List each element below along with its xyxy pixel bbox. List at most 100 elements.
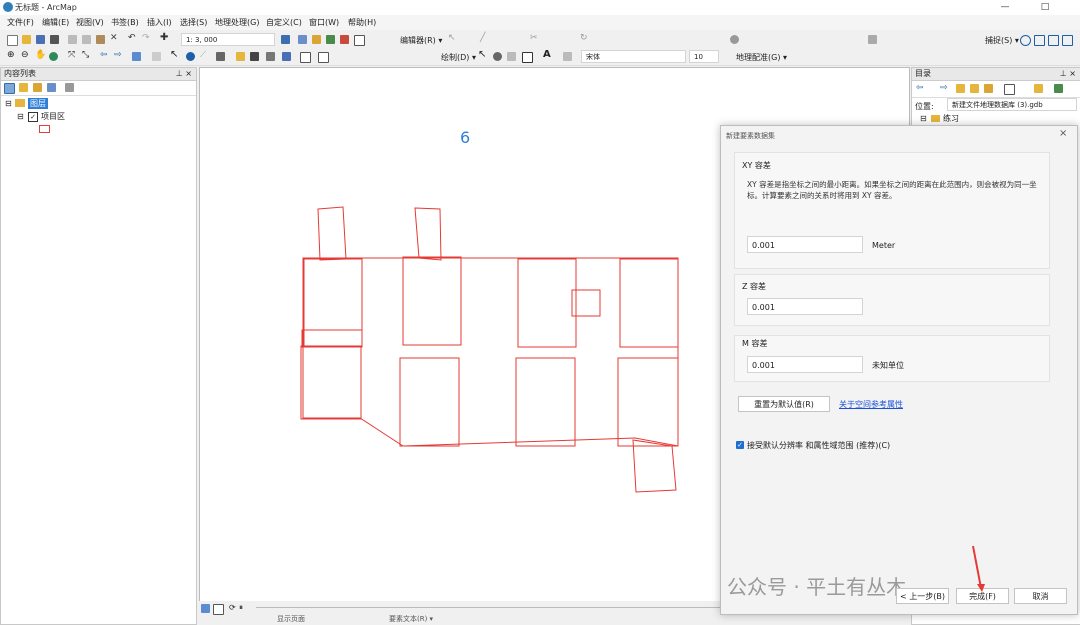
layers-tree-toggle[interactable]: ⊟ <box>5 99 12 108</box>
refresh-icon[interactable]: ⟳ <box>229 603 238 612</box>
data-view-icon[interactable] <box>201 604 210 613</box>
connect-folder-icon[interactable] <box>984 84 993 93</box>
topology-icon[interactable] <box>868 35 877 44</box>
zoom-to-selected-icon[interactable] <box>507 52 516 61</box>
menu-selection[interactable]: 选择(S) <box>180 17 207 28</box>
straight-segment-icon[interactable]: ╱ <box>480 33 489 43</box>
html-popup-icon[interactable]: ⟋ <box>200 50 209 60</box>
catalog-tree-toggle[interactable]: ⊟ <box>920 114 927 123</box>
map-scale-input[interactable]: 1: 3, 000 <box>181 33 275 46</box>
forward-extent-icon[interactable]: ⇨ <box>114 50 123 60</box>
snapping-menu[interactable]: 捕捉(S) ▾ <box>985 35 1019 46</box>
pan-icon[interactable]: ✋ <box>35 50 46 60</box>
sketch-properties-icon[interactable] <box>730 35 739 44</box>
delete-icon[interactable]: ✕ <box>110 33 119 43</box>
fixed-zoom-out-icon[interactable]: ⤡ <box>82 50 91 60</box>
new-document-icon[interactable] <box>7 35 18 46</box>
cancel-button[interactable]: 取消 <box>1014 588 1067 604</box>
clear-selection-icon[interactable] <box>152 52 161 61</box>
back-extent-icon[interactable]: ⇦ <box>100 50 109 60</box>
options-icon[interactable] <box>65 83 74 92</box>
full-extent-icon[interactable] <box>49 52 58 61</box>
layer-tree-toggle[interactable]: ⊟ <box>17 112 24 121</box>
rotate-icon[interactable] <box>493 52 502 61</box>
select-elements-icon[interactable]: ↖ <box>170 49 179 60</box>
menu-view[interactable]: 视图(V) <box>76 17 104 28</box>
list-by-source-icon[interactable] <box>19 83 28 92</box>
catalog-tree-item[interactable]: 练习 <box>943 113 959 124</box>
catalog-toggle-tree-icon[interactable] <box>1054 84 1063 93</box>
list-by-visibility-icon[interactable] <box>33 83 42 92</box>
layer-name[interactable]: 项目区 <box>41 111 65 122</box>
overview-icon[interactable] <box>318 52 329 63</box>
xy-tolerance-input[interactable]: 0.001 <box>747 236 863 253</box>
menu-file[interactable]: 文件(F) <box>7 17 34 28</box>
font-name-select[interactable]: 宋体 <box>581 50 686 63</box>
menu-customize[interactable]: 自定义(C) <box>266 17 302 28</box>
list-by-selection-icon[interactable] <box>47 83 56 92</box>
editor-toolbar-icon[interactable] <box>281 35 290 44</box>
menu-geoprocessing[interactable]: 地理处理(G) <box>215 17 259 28</box>
menu-edit[interactable]: 编辑(E) <box>42 17 69 28</box>
menu-windows[interactable]: 窗口(W) <box>309 17 339 28</box>
catalog-views-icon[interactable] <box>1004 84 1015 95</box>
paste-icon[interactable] <box>96 35 105 44</box>
m-tolerance-input[interactable]: 0.001 <box>747 356 863 373</box>
time-slider-icon[interactable] <box>282 52 291 61</box>
find-icon[interactable] <box>216 52 225 61</box>
edge-snapping-icon[interactable] <box>1062 35 1073 46</box>
identify-icon[interactable] <box>186 52 195 61</box>
layer-visibility-checkbox[interactable]: ✓ <box>28 112 38 122</box>
about-spatial-reference-link[interactable]: 关于空间参考属性 <box>839 399 903 410</box>
save-icon[interactable] <box>36 35 45 44</box>
editor-menu[interactable]: 编辑器(R) ▾ <box>400 35 442 46</box>
copy-icon[interactable] <box>82 35 91 44</box>
zoom-in-icon[interactable]: ⊕ <box>7 50 16 60</box>
dialog-close-button[interactable]: × <box>1059 128 1067 139</box>
toc-window-icon[interactable] <box>298 35 307 44</box>
pause-drawing-icon[interactable]: ⏸ <box>239 603 248 612</box>
binoculars-icon[interactable] <box>250 52 259 61</box>
reset-defaults-button[interactable]: 重置为默认值(R) <box>738 396 830 412</box>
catalog-up-icon[interactable] <box>956 84 965 93</box>
edit-vertices-icon[interactable] <box>563 52 572 61</box>
toc-pin-close[interactable]: ⊥ × <box>176 68 192 80</box>
catalog-forward-icon[interactable]: ⇨ <box>940 84 949 93</box>
georeferencing-menu[interactable]: 地理配准(G) ▾ <box>736 52 787 63</box>
catalog-window-icon[interactable] <box>312 35 321 44</box>
layers-group-label[interactable]: 图层 <box>28 98 48 109</box>
catalog-back-icon[interactable]: ⇦ <box>916 84 925 93</box>
list-by-drawing-order-icon[interactable] <box>4 83 15 94</box>
print-icon[interactable] <box>50 35 59 44</box>
undo-icon[interactable]: ↶ <box>128 33 137 43</box>
search-window-icon[interactable] <box>326 35 335 44</box>
font-size-select[interactable]: 10 <box>689 50 719 63</box>
location-field[interactable]: 新建文件地理数据库 (3).gdb <box>947 98 1077 111</box>
menu-bookmarks[interactable]: 书签(B) <box>111 17 139 28</box>
viewer-window-icon[interactable] <box>300 52 311 63</box>
text-icon[interactable]: A <box>543 49 552 60</box>
open-icon[interactable] <box>22 35 31 44</box>
catalog-new-icon[interactable] <box>1034 84 1043 93</box>
vertex-snapping-icon[interactable] <box>1048 35 1059 46</box>
redo-icon[interactable]: ↷ <box>142 33 151 43</box>
end-snapping-icon[interactable] <box>1034 35 1045 46</box>
rectangle-icon[interactable] <box>522 52 533 63</box>
draw-select-icon[interactable]: ↖ <box>478 49 487 60</box>
cut-icon[interactable] <box>68 35 77 44</box>
maximize-button[interactable]: □ <box>1030 0 1060 15</box>
fixed-zoom-in-icon[interactable]: ⤧ <box>68 50 77 60</box>
split-tool-icon[interactable]: ✂ <box>530 33 539 43</box>
accept-default-checkbox[interactable]: ✓ <box>736 441 744 449</box>
menu-insert[interactable]: 插入(I) <box>147 17 172 28</box>
layout-view-icon[interactable] <box>213 604 224 615</box>
add-data-icon[interactable]: ✚ <box>160 32 169 43</box>
draw-menu[interactable]: 绘制(D) ▾ <box>441 52 476 63</box>
menu-help[interactable]: 帮助(H) <box>348 17 376 28</box>
go-to-xy-icon[interactable] <box>266 52 275 61</box>
rotate-tool-icon[interactable]: ↻ <box>580 33 589 43</box>
select-features-icon[interactable] <box>132 52 141 61</box>
edit-tool-icon[interactable]: ↖ <box>448 33 457 43</box>
back-button[interactable]: < 上一步(B) <box>896 588 949 604</box>
catalog-pin-close[interactable]: ⊥ × <box>1060 68 1076 80</box>
